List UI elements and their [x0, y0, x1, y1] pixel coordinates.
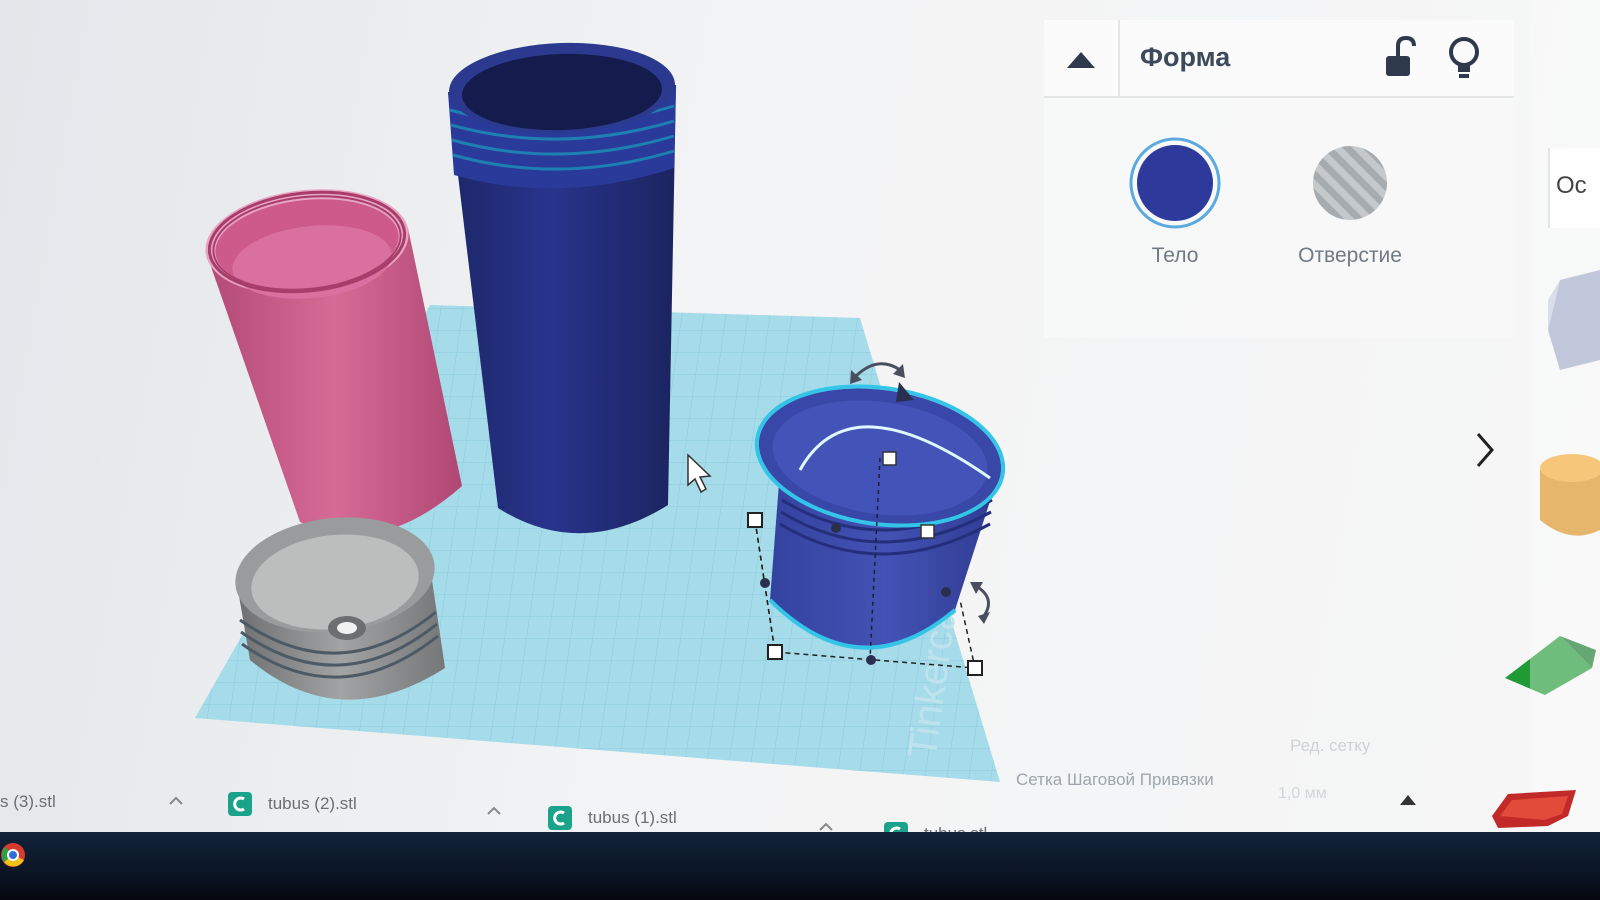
- download-file-name: s (3).stl: [0, 792, 56, 811]
- rotate-handle-side-icon[interactable]: [970, 582, 990, 624]
- resize-handle-corner-bottom-left[interactable]: [767, 644, 783, 660]
- hole-striped-swatch-icon: [1313, 146, 1387, 220]
- download-options-caret-icon[interactable]: [818, 816, 834, 831]
- snap-grid-label: Сетка Шаговой Привязки: [1016, 770, 1214, 789]
- collapse-panel-button[interactable]: [1044, 20, 1120, 98]
- shapes-library-strip: [1530, 0, 1600, 900]
- download-item[interactable]: s (3).stl: [0, 788, 142, 828]
- hole-option-label: Отверстие: [1298, 244, 1402, 267]
- resize-handle-mid-right[interactable]: [941, 587, 951, 597]
- file-type-icon: [548, 806, 572, 830]
- resize-handle-mid-left[interactable]: [831, 523, 841, 533]
- resize-handle-corner-top-left[interactable]: [747, 512, 763, 528]
- expand-shapes-button[interactable]: [1470, 430, 1500, 470]
- solid-option-button[interactable]: Тело: [1100, 120, 1250, 270]
- download-file-name: tubus (2).stl: [268, 794, 357, 813]
- light-bulb-icon: [1449, 37, 1479, 78]
- os-taskbar: [0, 832, 1600, 900]
- download-file-name: tubus (1).stl: [588, 808, 677, 827]
- height-handle[interactable]: [882, 451, 897, 466]
- download-options-caret-icon[interactable]: [168, 790, 184, 805]
- right-panel-tab[interactable]: Ос: [1548, 148, 1600, 228]
- resize-handle-corner-bottom-right[interactable]: [967, 660, 983, 676]
- chevron-right-icon: [1476, 433, 1494, 467]
- chrome-icon[interactable]: [0, 842, 26, 868]
- lock-button[interactable]: [1380, 34, 1420, 82]
- download-options-caret-icon[interactable]: [486, 800, 502, 815]
- caret-up-icon: [1067, 52, 1095, 68]
- selected-blue-cap-shape[interactable]: [748, 371, 1013, 661]
- solid-option-label: Тело: [1151, 244, 1199, 267]
- shape-panel-title: Форма: [1140, 42, 1231, 72]
- pink-tube-shape[interactable]: [200, 180, 462, 535]
- file-type-icon: [228, 792, 252, 816]
- shape-panel-header: Форма: [1044, 20, 1514, 98]
- download-item[interactable]: tubus (2).stl: [228, 790, 428, 830]
- resize-handle-side[interactable]: [920, 524, 935, 539]
- resize-handle-mid-front[interactable]: [760, 578, 770, 588]
- resize-handle-mid-bottom[interactable]: [866, 655, 876, 665]
- watermark-logo-icon: [1488, 786, 1578, 832]
- edit-grid-link[interactable]: Ред. сетку: [1290, 736, 1370, 756]
- solid-color-swatch-icon: [1129, 137, 1221, 229]
- unlock-icon: [1386, 35, 1416, 76]
- hole-option-button[interactable]: Отверстие: [1275, 120, 1425, 270]
- light-bulb-button[interactable]: [1446, 34, 1482, 82]
